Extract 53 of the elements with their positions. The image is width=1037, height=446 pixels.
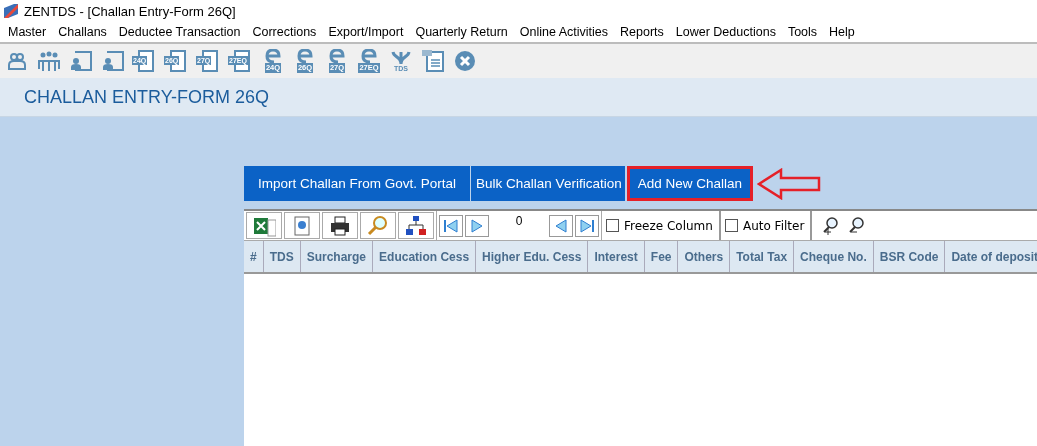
menu-item[interactable]: Corrections [246, 25, 323, 39]
last-page-icon[interactable] [577, 216, 597, 235]
menu-item[interactable]: Master [2, 25, 53, 39]
page-title: CHALLAN ENTRY-FORM 26Q [24, 86, 270, 108]
column-header[interactable]: Interest [588, 241, 645, 272]
column-header[interactable]: Others [678, 241, 731, 272]
e-letter-icon [297, 49, 313, 63]
action-button[interactable]: Add New Challan [626, 166, 753, 201]
search-icon[interactable] [366, 213, 390, 238]
action-button[interactable]: Bulk Challan Verification [471, 166, 625, 201]
first-page-icon[interactable] [441, 216, 461, 235]
menu-item[interactable]: Help [823, 25, 861, 39]
hierarchy-icon[interactable] [404, 213, 428, 238]
pdf-document-icon[interactable] [421, 49, 445, 73]
checkbox[interactable] [606, 219, 619, 232]
e-letter-icon [265, 49, 281, 63]
person-form-icon[interactable] [69, 49, 93, 73]
column-header[interactable]: Total Tax [730, 241, 795, 272]
printer-icon[interactable] [328, 213, 352, 238]
group-icon[interactable] [37, 49, 61, 73]
menu-item[interactable]: Quarterly Return [409, 25, 514, 39]
e-letter-icon [329, 49, 345, 63]
column-header[interactable]: Education Cess [373, 241, 477, 272]
person-form-icon[interactable] [101, 49, 125, 73]
menu-item[interactable]: Lower Deductions [669, 25, 782, 39]
checkbox-label: Freeze Column [624, 218, 713, 233]
menu-item[interactable]: Export/Import [322, 25, 410, 39]
menu-item[interactable]: Online Activities [513, 25, 615, 39]
column-header[interactable]: Date of deposit [945, 241, 1037, 272]
people-icon[interactable] [6, 50, 28, 72]
menu-item[interactable]: Deductee Transaction [112, 25, 247, 39]
column-header[interactable]: BSR Code [873, 241, 946, 272]
column-header[interactable]: Cheque No. [794, 241, 874, 272]
zoom-in-icon[interactable] [822, 216, 841, 235]
page-number: 0 [514, 213, 524, 228]
column-header[interactable]: # [244, 241, 264, 272]
column-header[interactable]: TDS [263, 241, 301, 272]
column-header[interactable]: Fee [644, 241, 679, 272]
menu-item[interactable]: Reports [614, 25, 670, 39]
menu-item[interactable]: Challans [52, 25, 113, 39]
arrow-icon [757, 167, 821, 200]
action-button[interactable]: Import Challan From Govt. Portal [244, 166, 471, 201]
column-header[interactable]: Higher Edu. Cess [476, 241, 589, 272]
checkbox[interactable] [724, 219, 738, 232]
flower-icon [391, 49, 411, 64]
checkbox-label: Auto Filter [742, 218, 805, 233]
e-letter-icon [361, 49, 377, 63]
close-icon[interactable] [454, 50, 476, 72]
window-title: ZENTDS - [Challan Entry-Form 26Q] [24, 3, 236, 19]
menu-item[interactable]: Tools [781, 25, 824, 39]
zoom-out-icon[interactable] [848, 216, 867, 235]
app-logo-icon [4, 4, 18, 18]
column-header[interactable]: Surcharge [300, 241, 374, 272]
